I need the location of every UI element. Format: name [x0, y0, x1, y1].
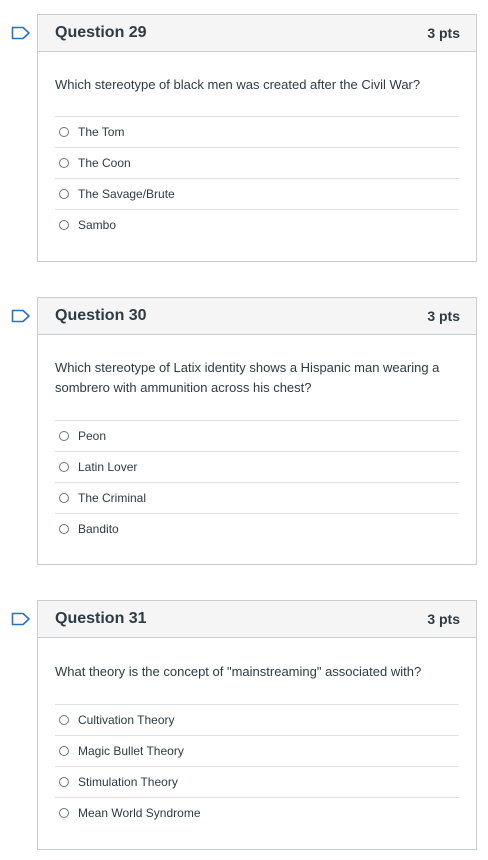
question-card-30: Question 30 3 pts Which stereotype of La… [37, 297, 477, 565]
answer-option[interactable]: Bandito [55, 513, 459, 544]
answer-option[interactable]: Sambo [55, 209, 459, 240]
answer-option[interactable]: The Criminal [55, 482, 459, 513]
question-points: 3 pts [427, 611, 460, 627]
question-card-29: Question 29 3 pts Which stereotype of bl… [37, 14, 477, 262]
flag-question-icon[interactable] [11, 612, 31, 626]
answer-option[interactable]: Stimulation Theory [55, 766, 459, 797]
answer-label: The Coon [78, 156, 131, 170]
radio-button-icon[interactable] [59, 746, 69, 756]
answer-option[interactable]: The Coon [55, 147, 459, 178]
question-text: Which stereotype of Latix identity shows… [55, 360, 440, 395]
radio-button-icon[interactable] [59, 189, 69, 199]
question-title: Question 29 [55, 24, 147, 41]
radio-button-icon[interactable] [59, 462, 69, 472]
answer-label: Sambo [78, 218, 117, 232]
answer-label: The Savage/Brute [78, 187, 175, 201]
question-header: Question 29 3 pts [38, 15, 476, 52]
answer-option[interactable]: Magic Bullet Theory [55, 735, 459, 766]
radio-button-icon[interactable] [59, 493, 69, 503]
question-title: Question 30 [55, 307, 147, 324]
answer-option[interactable]: Cultivation Theory [55, 704, 459, 735]
answer-option[interactable]: The Tom [55, 116, 459, 147]
radio-button-icon[interactable] [59, 524, 69, 534]
question-card-31: Question 31 3 pts What theory is the con… [37, 600, 477, 850]
radio-button-icon[interactable] [59, 158, 69, 168]
flag-question-icon[interactable] [11, 26, 31, 40]
answer-label: Magic Bullet Theory [78, 744, 184, 758]
radio-button-icon[interactable] [59, 808, 69, 818]
answer-list: The Tom The Coon The Savage/Brute Sambo [55, 116, 459, 240]
answer-option[interactable]: The Savage/Brute [55, 178, 459, 209]
radio-button-icon[interactable] [59, 127, 69, 137]
answer-label: Stimulation Theory [78, 775, 178, 789]
answer-label: Bandito [78, 522, 119, 536]
answer-option[interactable]: Mean World Syndrome [55, 797, 459, 828]
question-text: What theory is the concept of "mainstrea… [55, 664, 422, 679]
question-header: Question 31 3 pts [38, 601, 476, 638]
radio-button-icon[interactable] [59, 431, 69, 441]
answer-label: Mean World Syndrome [78, 806, 201, 820]
flag-question-icon[interactable] [11, 309, 31, 323]
answer-label: Peon [78, 429, 107, 443]
answer-list: Cultivation Theory Magic Bullet Theory S… [55, 704, 459, 828]
question-header: Question 30 3 pts [38, 298, 476, 335]
radio-button-icon[interactable] [59, 220, 69, 230]
question-points: 3 pts [427, 308, 460, 324]
answer-label: The Criminal [78, 491, 147, 505]
question-points: 3 pts [427, 25, 460, 41]
answer-list: Peon Latin Lover The Criminal Bandito [55, 420, 459, 544]
answer-option[interactable]: Latin Lover [55, 451, 459, 482]
question-title: Question 31 [55, 610, 147, 627]
radio-button-icon[interactable] [59, 715, 69, 725]
answer-option[interactable]: Peon [55, 420, 459, 451]
answer-label: Latin Lover [78, 460, 138, 474]
radio-button-icon[interactable] [59, 777, 69, 787]
question-text: Which stereotype of black men was create… [55, 77, 421, 92]
answer-label: The Tom [78, 125, 125, 139]
answer-label: Cultivation Theory [78, 713, 175, 727]
